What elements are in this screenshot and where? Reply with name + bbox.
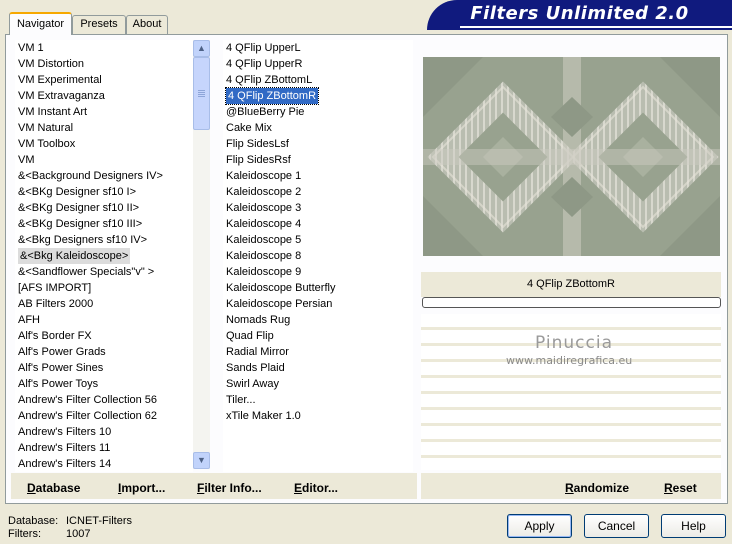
list-item[interactable]: Flip SidesRsf: [223, 152, 413, 168]
list-item[interactable]: Kaleidoscope Butterfly: [223, 280, 413, 296]
list-item[interactable]: Kaleidoscope 4: [223, 216, 413, 232]
list-item[interactable]: Swirl Away: [223, 376, 413, 392]
category-scrollbar[interactable]: ▲ ▼: [193, 40, 210, 469]
list-item[interactable]: Alf's Border FX: [15, 328, 193, 344]
filters-label: Filters:: [8, 528, 41, 540]
list-item[interactable]: xTile Maker 1.0: [223, 408, 413, 424]
list-item[interactable]: Kaleidoscope 5: [223, 232, 413, 248]
scroll-thumb[interactable]: [193, 57, 210, 130]
banner-stripe: [460, 26, 732, 28]
list-item[interactable]: Kaleidoscope 8: [223, 248, 413, 264]
list-item[interactable]: [AFS IMPORT]: [15, 280, 193, 296]
list-item[interactable]: 4 QFlip ZBottomR: [223, 87, 413, 105]
list-item[interactable]: Andrew's Filter Collection 62: [15, 408, 193, 424]
editor-button[interactable]: Editor...: [294, 481, 338, 495]
list-item[interactable]: VM Experimental: [15, 72, 193, 88]
list-item[interactable]: Andrew's Filters 10: [15, 424, 193, 440]
list-item[interactable]: Andrew's Filter Collection 56: [15, 392, 193, 408]
import-button[interactable]: Import...: [118, 481, 165, 495]
cancel-button[interactable]: Cancel: [584, 514, 649, 538]
list-item[interactable]: Tiler...: [223, 392, 413, 408]
grip-icon: [198, 90, 205, 98]
progress-bar: [422, 297, 721, 308]
list-item[interactable]: &<BKg Designer sf10 II>: [15, 200, 193, 216]
list-item[interactable]: &<BKg Designer sf10 I>: [15, 184, 193, 200]
watermark-name: Pinuccia: [535, 333, 613, 353]
list-item[interactable]: VM Distortion: [15, 56, 193, 72]
scroll-up-button[interactable]: ▲: [193, 40, 210, 57]
list-item[interactable]: VM: [15, 152, 193, 168]
filter-list[interactable]: 4 QFlip UpperL 4 QFlip UpperR 4 QFlip ZBot…: [223, 40, 413, 472]
database-value: ICNET-Filters: [66, 515, 132, 527]
list-item[interactable]: Alf's Power Toys: [15, 376, 193, 392]
tab-presets[interactable]: Presets: [72, 15, 126, 34]
list-item[interactable]: Quad Flip: [223, 328, 413, 344]
list-item[interactable]: Flip SidesLsf: [223, 136, 413, 152]
list-item[interactable]: @BlueBerry Pie: [223, 104, 413, 120]
scroll-down-button[interactable]: ▼: [193, 452, 210, 469]
reset-button[interactable]: Reset: [664, 481, 697, 495]
list-item[interactable]: 4 QFlip UpperR: [223, 56, 413, 72]
preview-image: [423, 57, 720, 256]
database-label: Database:: [8, 515, 59, 527]
list-item[interactable]: Kaleidoscope 9: [223, 264, 413, 280]
database-button[interactable]: Database: [27, 481, 80, 495]
list-item[interactable]: Andrew's Filters 11: [15, 440, 193, 456]
list-item[interactable]: &<BKg Designer sf10 III>: [15, 216, 193, 232]
category-list[interactable]: VM 1 VM Distortion VM Experimental VM Extra…: [15, 40, 193, 472]
list-item[interactable]: Andrew's Filters 14: [15, 456, 193, 472]
list-item[interactable]: VM 1: [15, 40, 193, 56]
list-item[interactable]: &<Bkg Designers sf10 IV>: [15, 232, 193, 248]
list-item[interactable]: Alf's Power Sines: [15, 360, 193, 376]
list-item[interactable]: Kaleidoscope 2: [223, 184, 413, 200]
list-item[interactable]: Nomads Rug: [223, 312, 413, 328]
list-item[interactable]: VM Extravaganza: [15, 88, 193, 104]
list-item[interactable]: &<Bkg Kaleidoscope>: [15, 248, 193, 264]
list-item[interactable]: VM Toolbox: [15, 136, 193, 152]
watermark-url: www.maidiregrafica.eu: [506, 354, 633, 367]
list-item[interactable]: Alf's Power Grads: [15, 344, 193, 360]
list-item[interactable]: VM Instant Art: [15, 104, 193, 120]
list-item[interactable]: VM Natural: [15, 120, 193, 136]
list-item[interactable]: 4 QFlip UpperL: [223, 40, 413, 56]
list-item[interactable]: &<Background Designers IV>: [15, 168, 193, 184]
list-item[interactable]: Sands Plaid: [223, 360, 413, 376]
list-item[interactable]: AFH: [15, 312, 193, 328]
list-item[interactable]: &<Sandflower Specials"v" >: [15, 264, 193, 280]
tab-navigator[interactable]: Navigator: [9, 12, 72, 35]
list-item[interactable]: Kaleidoscope 1: [223, 168, 413, 184]
filter-info-button[interactable]: Filter Info...: [197, 481, 262, 495]
list-item[interactable]: AB Filters 2000: [15, 296, 193, 312]
tab-about[interactable]: About: [126, 15, 168, 34]
help-button[interactable]: Help: [661, 514, 726, 538]
list-item[interactable]: 4 QFlip ZBottomL: [223, 72, 413, 88]
list-item[interactable]: Kaleidoscope 3: [223, 200, 413, 216]
apply-button[interactable]: Apply: [507, 514, 572, 538]
list-item[interactable]: Cake Mix: [223, 120, 413, 136]
list-item[interactable]: Radial Mirror: [223, 344, 413, 360]
filters-count: 1007: [66, 528, 91, 540]
preview-filter-name: 4 QFlip ZBottomR: [421, 272, 721, 297]
randomize-button[interactable]: Randomize: [565, 481, 629, 495]
list-item[interactable]: Kaleidoscope Persian: [223, 296, 413, 312]
